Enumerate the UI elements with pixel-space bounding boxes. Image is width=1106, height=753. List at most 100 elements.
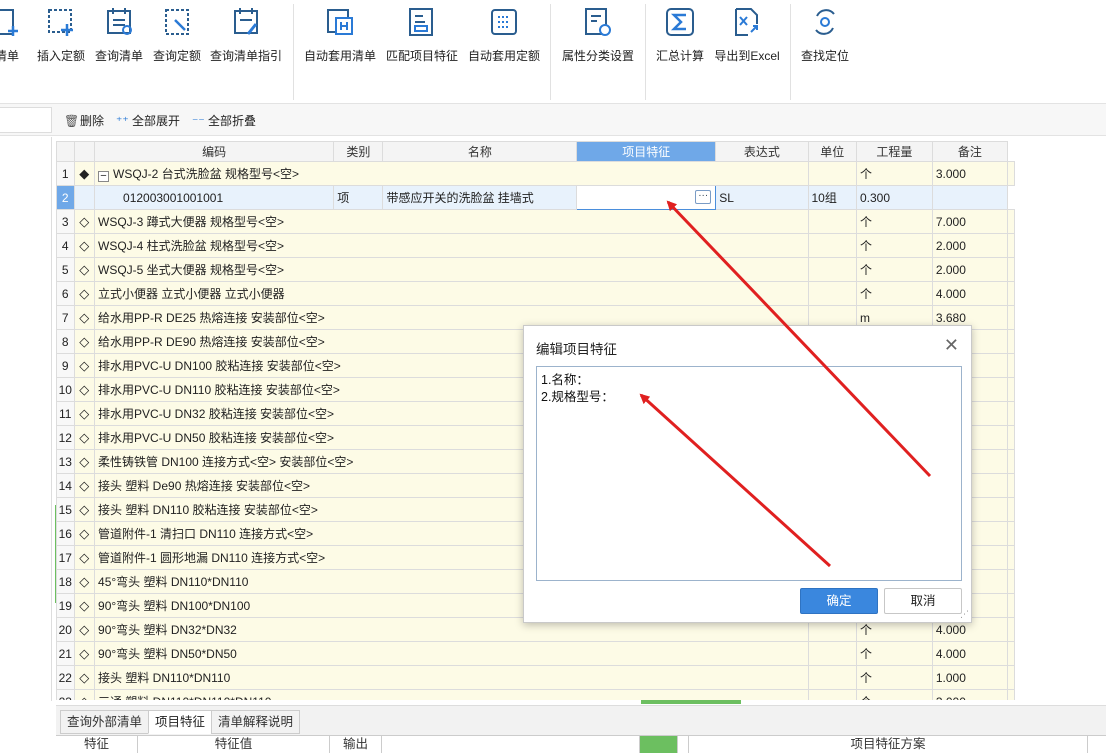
col-header-unit[interactable]: 单位 — [807, 141, 857, 162]
cell-remark[interactable] — [1007, 545, 1015, 570]
cell-remark[interactable] — [931, 185, 1009, 210]
cell-name[interactable]: 带感应开关的洗脸盆 挂墙式 — [382, 185, 578, 210]
cell-expression[interactable] — [807, 209, 857, 234]
cell-unit[interactable]: 个 — [855, 257, 933, 282]
cell-expression[interactable] — [807, 161, 857, 186]
query-list-button[interactable]: 查询清单 — [92, 6, 146, 76]
match-feature-button[interactable]: 匹配项目特征 — [384, 6, 460, 76]
row-description[interactable]: 接头 塑料 DN110*DN110 — [94, 665, 809, 690]
cell-remark[interactable] — [1007, 281, 1015, 306]
cell-quantity[interactable]: 3.000 — [931, 161, 1009, 186]
collapse-toggle-icon[interactable]: − — [98, 171, 110, 182]
cell-unit[interactable]: 个 — [855, 665, 933, 690]
cell-remark[interactable] — [1007, 521, 1015, 546]
cell-unit[interactable]: 个 — [855, 209, 933, 234]
table-row[interactable]: 1 ◆ − WSQJ-2 台式洗脸盆 规格型号<空> 个 3.000 — [56, 161, 1015, 186]
cell-type[interactable]: 项 — [333, 185, 384, 210]
splitter-handle[interactable] — [641, 700, 741, 704]
col-header-code[interactable]: 编码 — [94, 141, 335, 162]
row-description[interactable]: WSQJ-5 坐式大便器 规格型号<空> — [94, 257, 809, 282]
cell-remark[interactable] — [1007, 473, 1015, 498]
cell-remark[interactable] — [1007, 569, 1015, 594]
auto-apply-list-button[interactable]: 自动套用清单 — [302, 6, 378, 76]
delete-button[interactable]: 🗑删除 — [64, 112, 104, 128]
cell-remark[interactable] — [1007, 329, 1015, 354]
cell-remark[interactable] — [1007, 353, 1015, 378]
locate-button[interactable]: 查找定位 — [798, 6, 852, 76]
row-description[interactable]: 立式小便器 立式小便器 立式小便器 — [94, 281, 809, 306]
cell-remark[interactable] — [1007, 257, 1015, 282]
attribute-settings-button[interactable]: 属性分类设置 — [559, 6, 637, 76]
cell-remark[interactable] — [1007, 689, 1015, 700]
col-header-type[interactable]: 类别 — [333, 141, 384, 162]
cell-expression[interactable] — [807, 641, 857, 666]
summary-calc-button[interactable]: 汇总计算 — [653, 6, 707, 76]
cell-remark[interactable] — [1007, 497, 1015, 522]
feature-textarea[interactable]: 1.名称： 2.规格型号： — [536, 366, 962, 581]
cell-expression[interactable]: SL — [715, 185, 809, 210]
row-description[interactable]: WSQJ-3 蹲式大便器 规格型号<空> — [94, 209, 809, 234]
cell-remark[interactable] — [1007, 377, 1015, 402]
cell-code[interactable]: 012003001001001 — [94, 185, 335, 210]
cell-quantity[interactable]: 0.300 — [855, 185, 933, 210]
tab-external-list[interactable]: 查询外部清单 — [60, 710, 150, 734]
cell-remark[interactable] — [1007, 425, 1015, 450]
cell-remark[interactable] — [1007, 617, 1015, 642]
expand-all-button[interactable]: ⁺⁺ 全部展开 — [116, 112, 180, 128]
cell-remark[interactable] — [1007, 665, 1015, 690]
tab-project-feature[interactable]: 项目特征 — [148, 710, 213, 734]
query-quota-button[interactable]: 查询定额 — [150, 6, 204, 76]
cell-unit[interactable]: 个 — [855, 161, 933, 186]
col-header-name[interactable]: 名称 — [382, 141, 578, 162]
cell-remark[interactable] — [1007, 641, 1015, 666]
row-description[interactable]: − WSQJ-2 台式洗脸盆 规格型号<空> — [94, 161, 809, 186]
cell-unit[interactable]: 个 — [855, 281, 933, 306]
table-row[interactable]: 22 ◇ 接头 塑料 DN110*DN110 个 1.000 — [56, 665, 1015, 690]
cell-remark[interactable] — [1007, 233, 1015, 258]
cell-remark[interactable] — [1007, 209, 1015, 234]
table-row[interactable]: 6 ◇ 立式小便器 立式小便器 立式小便器 个 4.000 — [56, 281, 1015, 306]
cell-quantity[interactable]: 1.000 — [931, 665, 1009, 690]
cell-remark[interactable] — [1007, 593, 1015, 618]
cell-quantity[interactable]: 4.000 — [931, 641, 1009, 666]
row-description[interactable]: 90°弯头 塑料 DN50*DN50 — [94, 641, 809, 666]
col-header-feature[interactable]: 项目特征 — [576, 141, 717, 162]
cell-expression[interactable] — [807, 281, 857, 306]
table-row[interactable]: 21 ◇ 90°弯头 塑料 DN50*DN50 个 4.000 — [56, 641, 1015, 666]
col-header-quantity[interactable]: 工程量 — [855, 141, 933, 162]
add-list-button[interactable]: 清单 — [0, 6, 28, 76]
auto-apply-quota-button[interactable]: 自动套用定额 — [466, 6, 542, 76]
collapse-all-button[interactable]: ⁻⁻ 全部折叠 — [192, 112, 256, 128]
ok-button[interactable]: 确定 — [800, 588, 878, 614]
cell-quantity[interactable]: 2.000 — [931, 257, 1009, 282]
cell-quantity[interactable]: 2.000 — [931, 233, 1009, 258]
cell-remark[interactable] — [1007, 161, 1015, 186]
table-row[interactable]: 4 ◇ WSQJ-4 柱式洗脸盆 规格型号<空> 个 2.000 — [56, 233, 1015, 258]
cell-unit[interactable]: 个 — [855, 641, 933, 666]
cell-remark[interactable] — [1007, 401, 1015, 426]
cell-quantity[interactable]: 4.000 — [931, 281, 1009, 306]
cell-expression[interactable] — [807, 689, 857, 700]
cancel-button[interactable]: 取消 — [884, 588, 962, 614]
table-row[interactable]: 23◇三通 塑料 DN110*DN110*DN110 个3.000 — [56, 689, 1015, 700]
cell-expression[interactable] — [807, 233, 857, 258]
cell-quantity[interactable]: 7.000 — [931, 209, 1009, 234]
cell-remark[interactable] — [1007, 305, 1015, 330]
cell-expression[interactable] — [807, 257, 857, 282]
col-header-remark[interactable]: 备注 — [931, 141, 1009, 162]
table-row[interactable]: 5 ◇ WSQJ-5 坐式大便器 规格型号<空> 个 2.000 — [56, 257, 1015, 282]
row-description[interactable]: 三通 塑料 DN110*DN110*DN110 — [94, 689, 809, 700]
tab-list-explanation[interactable]: 清单解释说明 — [211, 710, 301, 734]
cell-expression[interactable] — [807, 665, 857, 690]
resize-grip-icon[interactable]: ⋰ — [960, 609, 969, 620]
cell-unit[interactable]: 10组 — [807, 185, 857, 210]
cell-quantity[interactable]: 3.000 — [931, 689, 1009, 700]
table-row[interactable]: 2 012003001001001 项带感应开关的洗脸盆 挂墙式 ··· SL 10组 0.… — [56, 185, 1015, 210]
col-header-expression[interactable]: 表达式 — [715, 141, 809, 162]
table-row[interactable]: 3 ◇ WSQJ-3 蹲式大便器 规格型号<空> 个 7.000 — [56, 209, 1015, 234]
cell-remark[interactable] — [1007, 449, 1015, 474]
close-icon[interactable]: ✕ — [944, 335, 959, 356]
ellipsis-button-icon[interactable]: ··· — [695, 190, 712, 204]
insert-quota-button[interactable]: 插入定额 — [34, 6, 88, 76]
row-description[interactable]: WSQJ-4 柱式洗脸盆 规格型号<空> — [94, 233, 809, 258]
